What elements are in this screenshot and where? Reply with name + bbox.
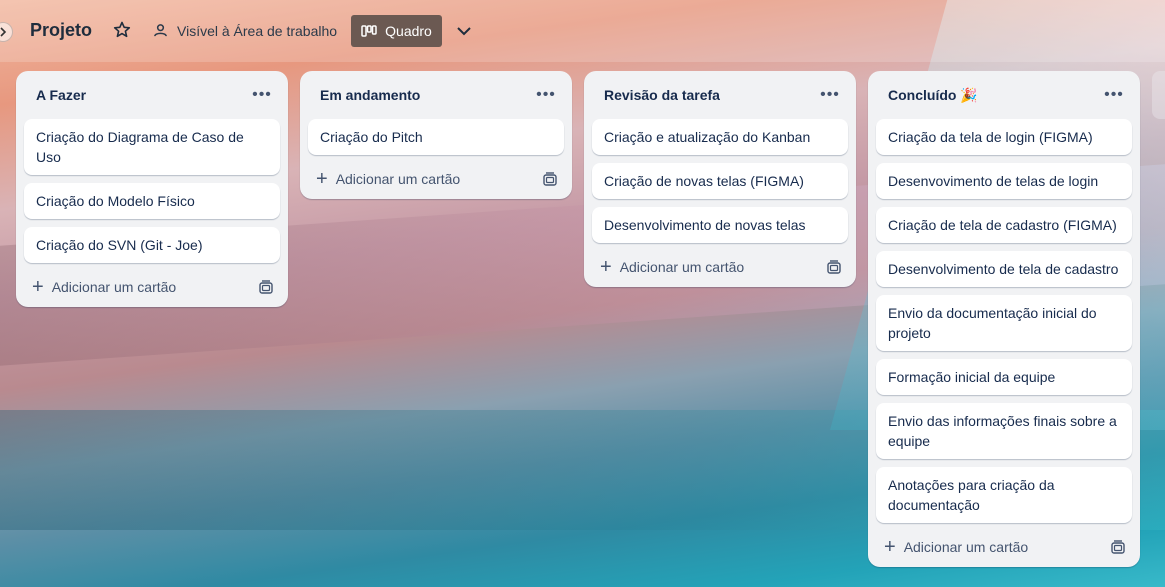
add-card-label: Adicionar um cartão [51, 279, 177, 295]
add-card-button[interactable]: + Adicionar um cartão [316, 169, 460, 189]
workspace-people-icon [154, 24, 167, 37]
list-card[interactable]: Formação inicial da equipe [876, 359, 1132, 395]
list-card[interactable]: Anotações para criação da documentação [876, 467, 1132, 523]
list-header: A Fazer ••• [16, 71, 288, 119]
list-concluido: Concluído 🎉 ••• Criação da tela de login… [868, 71, 1140, 567]
board-header: Projeto Visível à Área de trabalho Quadr… [0, 0, 1165, 62]
list-card[interactable]: Criação e atualização do Kanban [592, 119, 848, 155]
add-card-label: Adicionar um cartão [619, 259, 745, 275]
list-footer: + Adicionar um cartão [16, 267, 288, 307]
ellipsis-icon[interactable]: ••• [1100, 81, 1128, 109]
ellipsis-icon[interactable]: ••• [248, 81, 276, 109]
list-a-fazer: A Fazer ••• Criação do Diagrama de Caso … [16, 71, 288, 307]
plus-icon: + [316, 168, 328, 190]
list-header: Em andamento ••• [300, 71, 572, 119]
list-card[interactable]: Desenvolvimento de tela de cadastro [876, 251, 1132, 287]
list-card[interactable]: Desenvolvimento de novas telas [592, 207, 848, 243]
card-template-icon[interactable] [826, 259, 842, 275]
list-card[interactable]: Criação do Diagrama de Caso de Uso [24, 119, 280, 175]
list-revisao-da-tarefa: Revisão da tarefa ••• Criação e atualiza… [584, 71, 856, 287]
plus-icon: + [600, 256, 612, 278]
board-view-icon [361, 25, 377, 37]
add-card-button[interactable]: + Adicionar um cartão [32, 277, 176, 297]
list-card[interactable]: Envio das informações finais sobre a equ… [876, 403, 1132, 459]
ellipsis-icon[interactable]: ••• [816, 81, 844, 109]
card-template-icon[interactable] [1110, 539, 1126, 555]
list-title[interactable]: Em andamento [320, 87, 420, 103]
list-title[interactable]: A Fazer [36, 87, 86, 103]
add-card-label: Adicionar um cartão [335, 171, 461, 187]
add-card-button[interactable]: + Adicionar um cartão [884, 537, 1028, 557]
add-card-button[interactable]: + Adicionar um cartão [600, 257, 744, 277]
next-list-stub [1152, 71, 1165, 119]
card-template-icon[interactable] [542, 171, 558, 187]
view-switcher-button[interactable] [452, 20, 476, 42]
list-card[interactable]: Criação de novas telas (FIGMA) [592, 163, 848, 199]
list-footer: + Adicionar um cartão [300, 159, 572, 199]
star-icon[interactable] [112, 20, 132, 40]
visibility-button[interactable]: Visível à Área de trabalho [152, 22, 337, 39]
list-card[interactable]: Criação do SVN (Git - Joe) [24, 227, 280, 263]
list-em-andamento: Em andamento ••• Criação do Pitch + Adic… [300, 71, 572, 199]
list-card[interactable]: Criação de tela de cadastro (FIGMA) [876, 207, 1132, 243]
list-footer: + Adicionar um cartão [584, 247, 856, 287]
list-card[interactable]: Criação da tela de login (FIGMA) [876, 119, 1132, 155]
board-title[interactable]: Projeto [30, 20, 92, 41]
board-view-label: Quadro [385, 23, 432, 39]
chevron-right-icon [0, 27, 7, 37]
visibility-label: Visível à Área de trabalho [177, 22, 338, 39]
card-template-icon[interactable] [258, 279, 274, 295]
ellipsis-icon[interactable]: ••• [532, 81, 560, 109]
board-view-button[interactable]: Quadro [351, 15, 442, 47]
chevron-down-icon [457, 27, 471, 36]
list-header: Concluído 🎉 ••• [868, 71, 1140, 119]
list-card[interactable]: Desenvovimento de telas de login [876, 163, 1132, 199]
sidebar-expand-button[interactable] [0, 22, 13, 42]
list-title[interactable]: Concluído 🎉 [888, 87, 978, 104]
list-card[interactable]: Envio da documentação inicial do projeto [876, 295, 1132, 351]
plus-icon: + [32, 276, 44, 298]
plus-icon: + [884, 536, 896, 558]
add-card-label: Adicionar um cartão [903, 539, 1029, 555]
list-card[interactable]: Criação do Pitch [308, 119, 564, 155]
list-title[interactable]: Revisão da tarefa [604, 87, 720, 103]
list-footer: + Adicionar um cartão [868, 527, 1140, 567]
list-header: Revisão da tarefa ••• [584, 71, 856, 119]
list-card[interactable]: Criação do Modelo Físico [24, 183, 280, 219]
